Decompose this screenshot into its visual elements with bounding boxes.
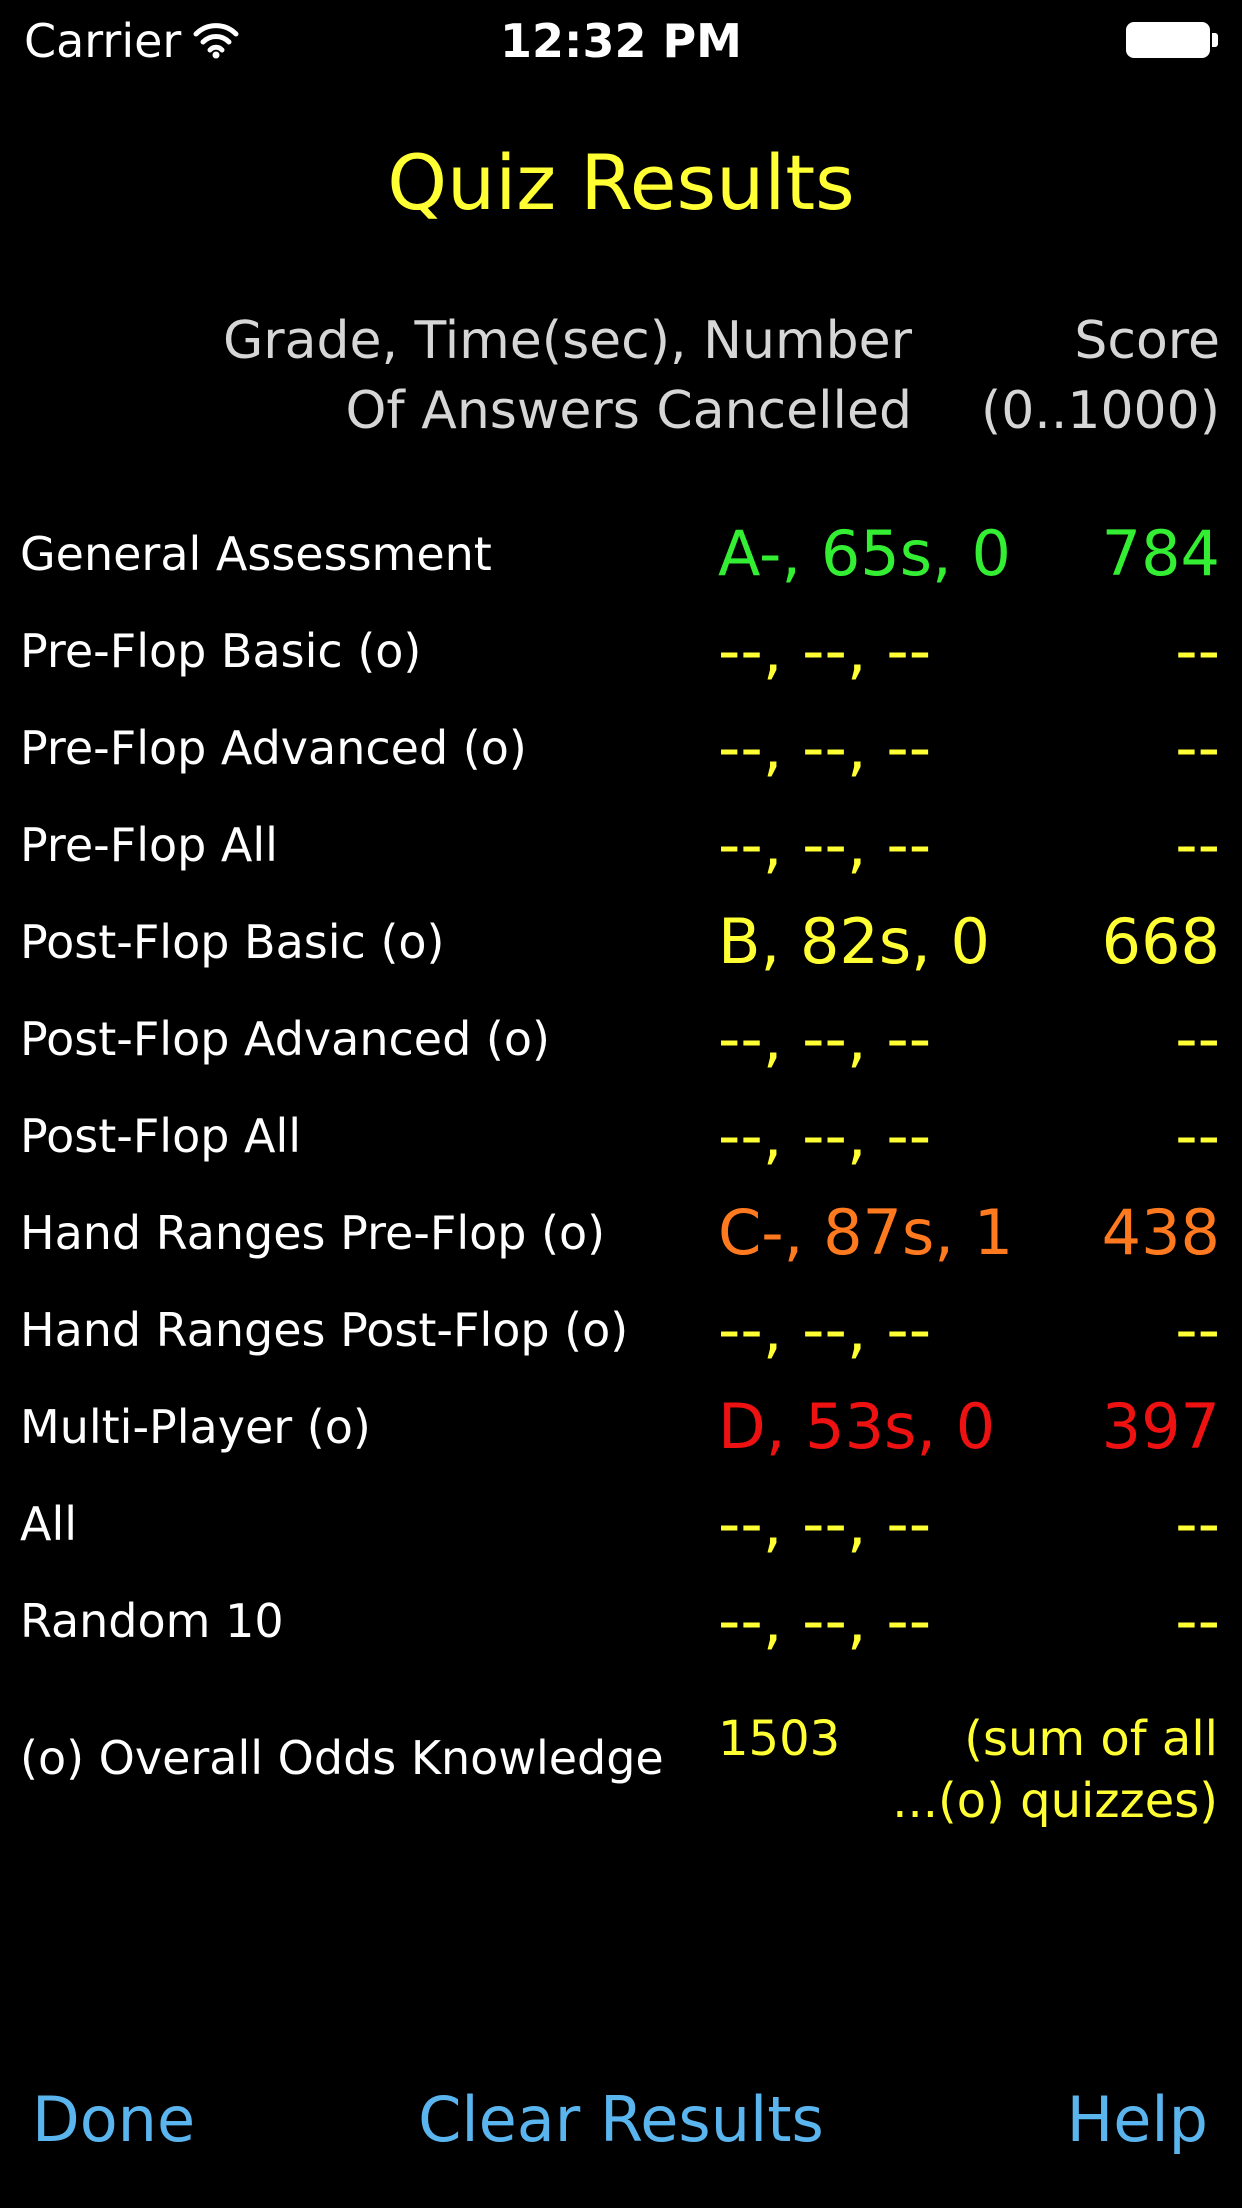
quiz-label: Hand Ranges Post-Flop (o) (20, 1303, 629, 1357)
overall-odds-note: (sum of all ...(o) quizzes) (892, 1708, 1218, 1832)
quiz-grade: --, --, -- (718, 1584, 932, 1657)
score-column-header: Score (0..1000) (981, 306, 1220, 446)
quiz-grade: --, --, -- (718, 614, 932, 687)
quiz-grade: B, 82s, 0 (718, 905, 991, 978)
help-button[interactable]: Help (1067, 2080, 1208, 2160)
quiz-score: -- (1175, 808, 1220, 881)
quiz-label: Multi-Player (o) (20, 1400, 371, 1454)
quiz-score: -- (1175, 1002, 1220, 1075)
quiz-label: Hand Ranges Pre-Flop (o) (20, 1206, 606, 1260)
quiz-score: -- (1175, 614, 1220, 687)
score-header-line1: Score (1074, 311, 1220, 371)
battery-icon (1126, 22, 1210, 58)
quiz-grade: D, 53s, 0 (718, 1390, 996, 1463)
quiz-grade: --, --, -- (718, 1099, 932, 1172)
quiz-score: -- (1175, 1584, 1220, 1657)
quiz-score: -- (1175, 1487, 1220, 1560)
grade-column-header: Grade, Time(sec), Number Of Answers Canc… (223, 306, 912, 446)
quiz-label: Pre-Flop Basic (o) (20, 624, 422, 678)
quiz-label: Post-Flop Basic (o) (20, 915, 445, 969)
quiz-score: -- (1175, 1099, 1220, 1172)
quiz-label: Post-Flop Advanced (o) (20, 1012, 550, 1066)
overall-odds-label: (o) Overall Odds Knowledge (20, 1731, 664, 1785)
quiz-grade: --, --, -- (718, 711, 932, 784)
quiz-grade: --, --, -- (718, 1487, 932, 1560)
quiz-grade: --, --, -- (718, 1002, 932, 1075)
score-header-line2: (0..1000) (980, 381, 1220, 441)
quiz-label: Random 10 (20, 1594, 284, 1648)
quiz-grade: A-, 65s, 0 (718, 517, 1011, 590)
quiz-label: General Assessment (20, 527, 492, 581)
quiz-label: Pre-Flop Advanced (o) (20, 721, 527, 775)
quiz-score: -- (1175, 711, 1220, 784)
page-title: Quiz Results (387, 138, 855, 227)
quiz-grade: C-, 87s, 1 (718, 1196, 1014, 1269)
quiz-score: 397 (1101, 1390, 1220, 1463)
quiz-score: 668 (1101, 905, 1220, 978)
quiz-grade: --, --, -- (718, 1293, 932, 1366)
overall-note-line1: (sum of all (964, 1711, 1218, 1767)
quiz-grade: --, --, -- (718, 808, 932, 881)
grade-header-line1: Grade, Time(sec), Number (222, 311, 912, 371)
overall-note-line2: ...(o) quizzes) (892, 1773, 1218, 1829)
quiz-label: All (20, 1497, 78, 1551)
grade-header-line2: Of Answers Cancelled (345, 381, 912, 441)
quiz-score: 438 (1101, 1196, 1220, 1269)
quiz-score: -- (1175, 1293, 1220, 1366)
quiz-score: 784 (1101, 517, 1220, 590)
battery-tip (1212, 33, 1218, 47)
status-time: 12:32 PM (500, 14, 742, 68)
overall-odds-value: 1503 (718, 1711, 841, 1767)
done-button[interactable]: Done (32, 2080, 195, 2160)
quiz-label: Pre-Flop All (20, 818, 278, 872)
quiz-label: Post-Flop All (20, 1109, 302, 1163)
